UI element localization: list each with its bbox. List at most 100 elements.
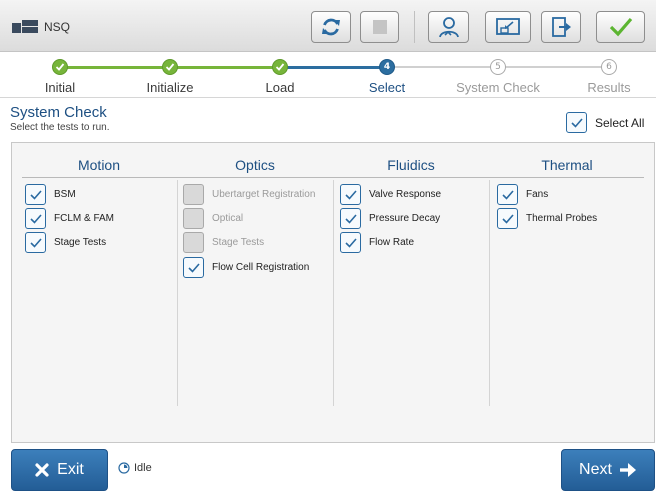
next-label: Next <box>579 461 612 478</box>
status-indicator: Idle <box>118 462 152 474</box>
test-option-label: FCLM & FAM <box>54 213 115 224</box>
step-marker-initialize <box>162 59 178 75</box>
checkbox[interactable] <box>340 184 361 205</box>
app-logo: NSQ <box>12 20 70 34</box>
toolbar-divider <box>414 11 415 43</box>
step-marker-load <box>272 59 288 75</box>
checkbox[interactable] <box>566 112 587 133</box>
column-title-thermal: Thermal <box>541 157 593 173</box>
column-divider <box>177 180 178 406</box>
instrument-icon <box>12 20 39 34</box>
checkmark-icon <box>570 117 583 128</box>
step-connector <box>280 66 387 69</box>
column-header-rule <box>22 177 644 178</box>
checkbox[interactable] <box>25 184 46 205</box>
step-connector <box>60 66 170 69</box>
test-option-label: Fans <box>526 189 549 200</box>
test-option-flow-cell-registration[interactable]: Flow Cell Registration <box>183 257 309 278</box>
test-option-label: Thermal Probes <box>526 213 598 224</box>
checkbox[interactable] <box>340 232 361 253</box>
step-marker-initial <box>52 59 68 75</box>
checkbox[interactable] <box>25 232 46 253</box>
test-option-ubertarget-registration: Ubertarget Registration <box>183 184 315 205</box>
step-label-system-check: System Check <box>456 80 540 95</box>
test-option-bsm[interactable]: BSM <box>25 184 76 205</box>
page-subtitle: Select the tests to run. <box>10 122 110 133</box>
checkbox[interactable] <box>183 257 204 278</box>
close-icon <box>35 463 49 477</box>
test-option-fclm-fam[interactable]: FCLM & FAM <box>25 208 114 229</box>
checkmark-icon <box>29 213 42 224</box>
step-marker-system-check: 5 <box>490 59 506 75</box>
checkbox <box>183 232 204 253</box>
checkmark-icon <box>29 189 42 200</box>
test-option-valve-response[interactable]: Valve Response <box>340 184 441 205</box>
checkmark-icon <box>609 17 632 37</box>
test-option-label: Flow Cell Registration <box>212 262 310 273</box>
column-title-fluidics: Fluidics <box>387 157 435 173</box>
test-option-pressure-decay[interactable]: Pressure Decay <box>340 208 440 229</box>
refresh-button[interactable] <box>311 11 351 43</box>
checkmark-icon <box>344 237 357 248</box>
test-option-label: Stage Tests <box>212 237 265 248</box>
test-option-stage-tests[interactable]: Stage Tests <box>25 232 106 253</box>
checkmark-icon <box>344 189 357 200</box>
status-text: Idle <box>134 462 152 474</box>
exit-button[interactable]: Exit <box>11 449 108 491</box>
step-label-results: Results <box>587 80 631 95</box>
app-title: NSQ <box>44 20 71 34</box>
test-option-label: Ubertarget Registration <box>212 189 316 200</box>
page-title: System Check <box>10 104 107 121</box>
checkmark-icon <box>55 63 65 71</box>
test-option-thermal-probes[interactable]: Thermal Probes <box>497 208 597 229</box>
select-all-checkbox[interactable]: Select All <box>566 112 644 133</box>
test-option-optical: Optical <box>183 208 243 229</box>
checkmark-icon <box>165 63 175 71</box>
column-title-optics: Optics <box>235 157 275 173</box>
checkmark-icon <box>29 237 42 248</box>
arrow-right-icon <box>619 463 636 477</box>
step-connector <box>387 66 498 68</box>
select-all-label: Select All <box>595 115 645 130</box>
logout-icon <box>552 17 571 37</box>
checkbox[interactable] <box>340 208 361 229</box>
divider <box>0 97 656 98</box>
refresh-icon <box>322 18 340 36</box>
logout-button[interactable] <box>541 11 581 43</box>
column-divider <box>333 180 334 406</box>
minimize-window-icon <box>496 18 520 35</box>
confirm-button[interactable] <box>596 11 645 43</box>
user-icon <box>438 17 459 38</box>
column-title-motion: Motion <box>77 157 121 173</box>
exit-label: Exit <box>57 461 84 478</box>
test-option-label: BSM <box>54 189 76 200</box>
column-divider <box>489 180 490 406</box>
stop-button[interactable] <box>360 11 399 43</box>
test-option-label: Optical <box>212 213 244 224</box>
checkmark-icon <box>501 213 514 224</box>
test-option-label: Valve Response <box>369 189 442 200</box>
step-label-select: Select <box>368 80 406 95</box>
clock-icon <box>118 462 130 474</box>
user-button[interactable] <box>428 11 469 43</box>
step-connector <box>498 66 609 68</box>
test-option-optics-stage-tests: Stage Tests <box>183 232 264 253</box>
step-label-initialize: Initialize <box>146 80 194 95</box>
checkbox[interactable] <box>25 208 46 229</box>
minimize-button[interactable] <box>485 11 531 43</box>
test-option-fans[interactable]: Fans <box>497 184 548 205</box>
checkbox <box>183 184 204 205</box>
next-button[interactable]: Next <box>561 449 655 491</box>
checkbox <box>183 208 204 229</box>
stop-icon <box>372 20 387 34</box>
checkbox[interactable] <box>497 184 518 205</box>
test-option-flow-rate[interactable]: Flow Rate <box>340 232 414 253</box>
test-option-label: Stage Tests <box>54 237 107 248</box>
checkmark-icon <box>501 189 514 200</box>
top-toolbar: NSQ <box>0 0 656 52</box>
checkbox[interactable] <box>497 208 518 229</box>
checkmark-icon <box>275 63 285 71</box>
test-option-label: Pressure Decay <box>369 213 441 224</box>
test-option-label: Flow Rate <box>369 237 415 248</box>
checkmark-icon <box>187 262 200 273</box>
